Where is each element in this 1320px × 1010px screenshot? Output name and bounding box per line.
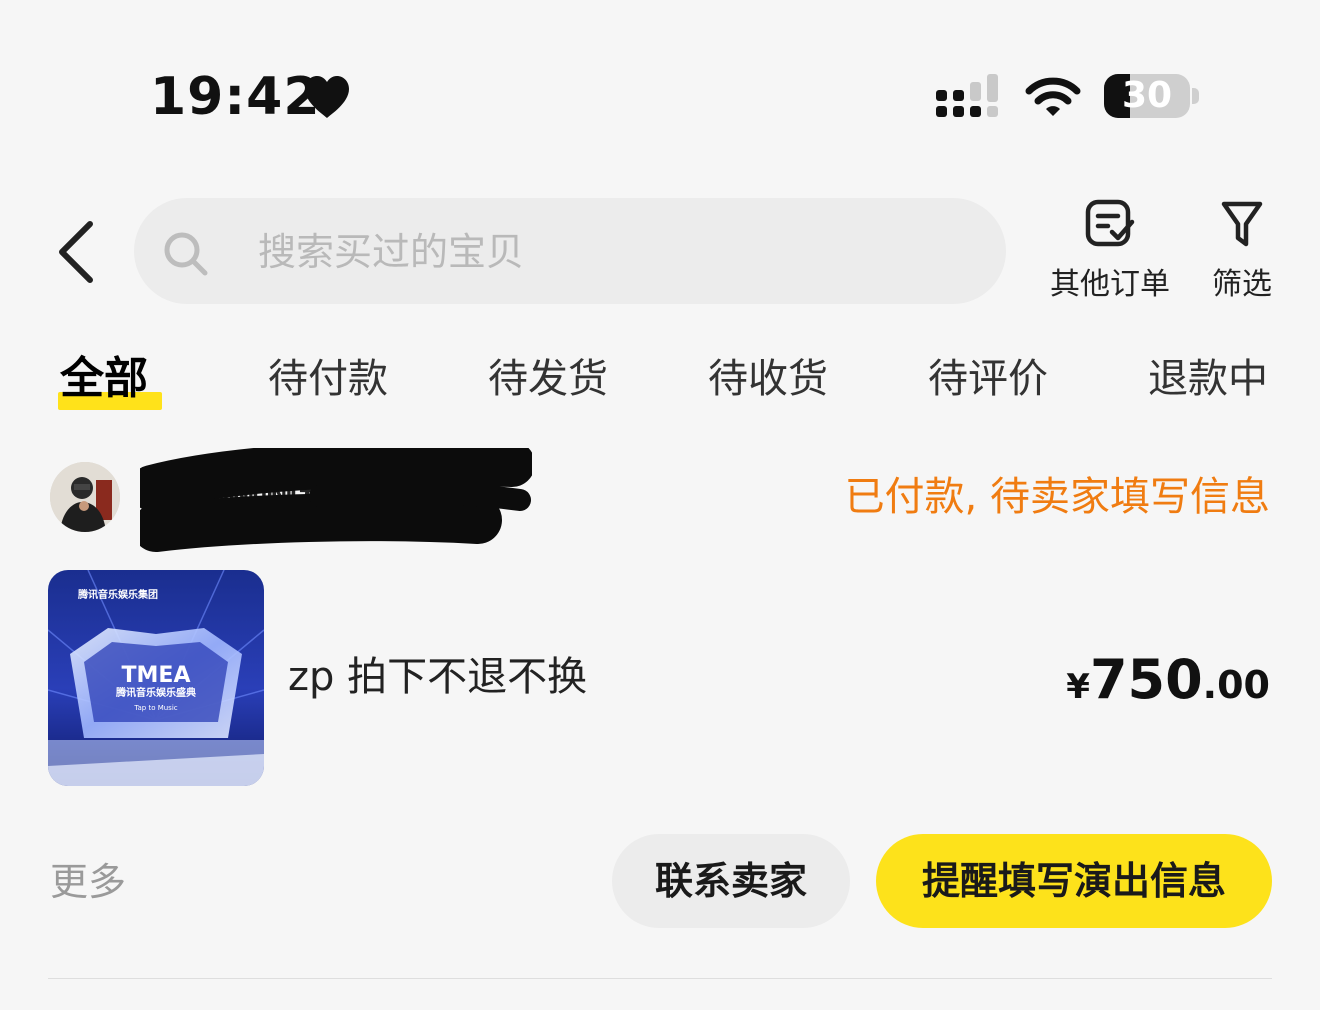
search-icon — [164, 232, 208, 276]
tab-all[interactable]: 全部 — [60, 350, 148, 410]
thumb-logo: TMEA — [122, 663, 191, 688]
more-button[interactable]: 更多 — [50, 856, 126, 908]
seller-avatar[interactable] — [50, 462, 120, 532]
price-integer: 750 — [1089, 648, 1203, 711]
price-decimal: .00 — [1202, 663, 1270, 707]
tab-pending-payment[interactable]: 待付款 — [268, 350, 388, 410]
search-placeholder: 搜索买过的宝贝 — [258, 230, 525, 274]
thumb-title: 腾讯音乐娱乐盛典 — [115, 686, 196, 699]
redaction-scribble — [140, 448, 532, 552]
price-symbol: ¥ — [1066, 667, 1090, 707]
filter-icon — [1221, 201, 1263, 247]
other-orders-label: 其他订单 — [1050, 267, 1170, 302]
filter-label: 筛选 — [1212, 267, 1272, 302]
other-orders-button[interactable]: 其他订单 — [1040, 198, 1180, 310]
tab-pending-shipment[interactable]: 待发货 — [488, 350, 608, 410]
battery-icon: 30 — [1104, 74, 1200, 120]
order-note-icon — [1085, 199, 1135, 247]
remind-fill-info-button[interactable]: 提醒填写演出信息 — [876, 834, 1272, 928]
tab-refunding[interactable]: 退款中 — [1148, 350, 1268, 410]
filter-button[interactable]: 筛选 — [1202, 198, 1282, 310]
thumb-brand: 腾讯音乐娱乐集团 — [77, 588, 158, 601]
contact-seller-button[interactable]: 联系卖家 — [612, 834, 850, 928]
battery-level: 30 — [1121, 75, 1173, 116]
back-arrow-icon[interactable] — [54, 220, 98, 284]
wifi-icon — [1025, 77, 1081, 116]
signal-icon — [936, 74, 998, 117]
product-price: ¥750.00 — [1066, 648, 1270, 711]
heart-icon — [305, 76, 349, 118]
tab-pending-receipt[interactable]: 待收货 — [708, 350, 828, 410]
product-title[interactable]: zp 拍下不退不换 — [288, 650, 587, 704]
product-thumbnail[interactable]: 腾讯音乐娱乐集团 TMEA 腾讯音乐娱乐盛典 Tap to Music — [48, 570, 264, 786]
thumb-tagline: Tap to Music — [133, 704, 177, 712]
divider — [48, 978, 1272, 979]
tab-pending-review[interactable]: 待评价 — [928, 350, 1048, 410]
order-status: 已付款, 待卖家填写信息 — [844, 474, 1270, 520]
status-time: 19:42 — [150, 67, 321, 127]
